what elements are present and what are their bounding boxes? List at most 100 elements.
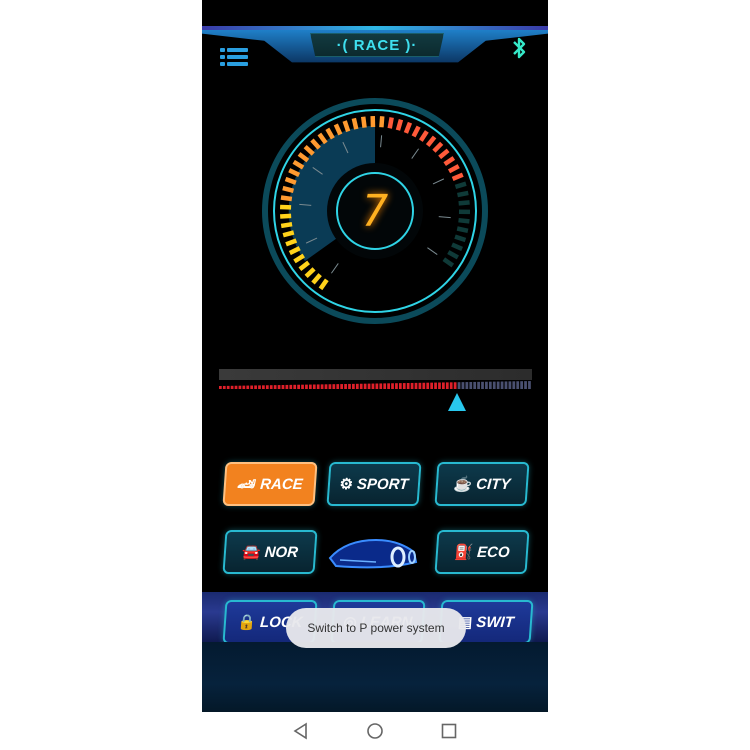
level-segment	[485, 381, 488, 389]
gauge-segment	[285, 238, 298, 247]
lock-icon: 🔒	[236, 614, 257, 631]
level-segment	[387, 383, 390, 389]
gauge-segment	[351, 117, 359, 130]
level-segment	[344, 384, 347, 389]
gauge-segment	[304, 267, 316, 279]
level-segment	[434, 382, 437, 389]
level-segment	[262, 385, 265, 389]
level-segment	[477, 381, 480, 389]
level-segment	[445, 382, 449, 389]
gauge-segment	[457, 190, 469, 198]
mode-button-eco[interactable]: ⛽ ECO	[434, 530, 530, 574]
gauge-segment	[458, 200, 470, 206]
level-segment	[449, 382, 453, 389]
level-segment	[391, 383, 394, 389]
level-segment	[402, 383, 406, 389]
top-accent-bar	[202, 26, 548, 30]
gauge-segment	[342, 120, 351, 133]
level-segment	[355, 383, 359, 389]
mode-button-sport[interactable]: ⚙ SPORT	[326, 462, 422, 506]
gear-gauge	[262, 98, 488, 324]
level-segment	[340, 384, 344, 389]
level-segment	[492, 381, 496, 389]
level-segment	[426, 382, 430, 389]
gauge-segment	[288, 168, 301, 177]
level-segment	[383, 383, 387, 389]
level-segment	[508, 381, 512, 389]
level-pointer-icon[interactable]	[447, 393, 466, 411]
level-segment	[308, 384, 312, 389]
level-segment	[488, 381, 492, 389]
gauge-segment	[447, 250, 459, 260]
level-segment	[289, 384, 293, 389]
fuel-pump-icon: ⛽	[453, 544, 474, 561]
coffee-cup-icon: ☕	[452, 476, 473, 493]
gauge-segment	[298, 260, 310, 271]
bluetooth-icon[interactable]	[508, 36, 530, 62]
level-segment	[398, 383, 402, 389]
level-segment	[359, 383, 363, 389]
level-segment	[234, 385, 238, 389]
level-segment	[516, 381, 520, 389]
level-segment	[348, 383, 351, 389]
mode-button-race[interactable]: 🏎 RACE	[222, 462, 318, 506]
level-segment	[316, 384, 320, 389]
level-segment	[453, 382, 457, 389]
gauge-segment	[443, 156, 456, 166]
level-segment	[457, 382, 461, 389]
level-segment	[418, 382, 422, 389]
gauge-segment	[411, 125, 421, 138]
menu-list-icon[interactable]	[220, 48, 248, 68]
gauge-segment	[318, 278, 329, 291]
gauge-segment	[451, 242, 464, 251]
level-segment	[305, 384, 308, 389]
back-triangle-icon[interactable]	[292, 722, 310, 740]
gauge-tick	[411, 148, 420, 159]
gauge-segment	[456, 226, 469, 233]
gauge-segment	[360, 116, 367, 128]
level-segment	[332, 384, 336, 389]
gauge-segment	[438, 148, 450, 160]
level-segment	[265, 385, 269, 389]
gauge-segment	[292, 159, 305, 170]
level-segment	[473, 381, 477, 389]
gauge-segment	[280, 195, 293, 202]
level-segment	[371, 383, 375, 389]
level-segment	[258, 385, 261, 389]
gauge-segment	[288, 246, 301, 256]
level-segment	[430, 382, 434, 389]
level-segment	[496, 381, 500, 389]
gauge-segment	[395, 118, 404, 131]
mode-title-text: RACE	[353, 36, 401, 54]
mode-button-nor[interactable]: 🚘 NOR	[222, 530, 318, 574]
level-segment	[277, 385, 281, 389]
level-segment	[469, 382, 473, 389]
level-segment	[524, 381, 527, 389]
home-circle-icon[interactable]	[366, 722, 384, 740]
level-segment	[269, 385, 273, 389]
gauge-tick	[380, 135, 383, 148]
gauge-segment	[425, 135, 437, 147]
level-segment	[352, 383, 355, 389]
gauge-tick	[432, 178, 445, 185]
level-segment	[406, 383, 410, 389]
level-segment	[238, 385, 242, 389]
level-segment	[395, 383, 398, 389]
mode-button-city[interactable]: ☕ CITY	[434, 462, 530, 506]
level-segment	[312, 384, 316, 389]
level-segment	[500, 381, 504, 389]
level-segment	[320, 384, 324, 389]
level-segment	[324, 384, 328, 389]
car-illustration-icon	[328, 538, 418, 569]
wheel-icon: ⚙	[338, 476, 354, 493]
race-car-icon: 🏎	[236, 476, 257, 493]
gauge-segment	[387, 117, 394, 129]
recents-square-icon[interactable]	[440, 722, 458, 740]
level-segment	[328, 384, 332, 389]
level-segment	[528, 381, 531, 389]
gauge-segment	[451, 172, 464, 182]
mode-label: NOR	[264, 543, 299, 561]
level-bar	[219, 367, 532, 417]
level-segment	[242, 385, 246, 389]
gauge-segment	[454, 181, 467, 190]
